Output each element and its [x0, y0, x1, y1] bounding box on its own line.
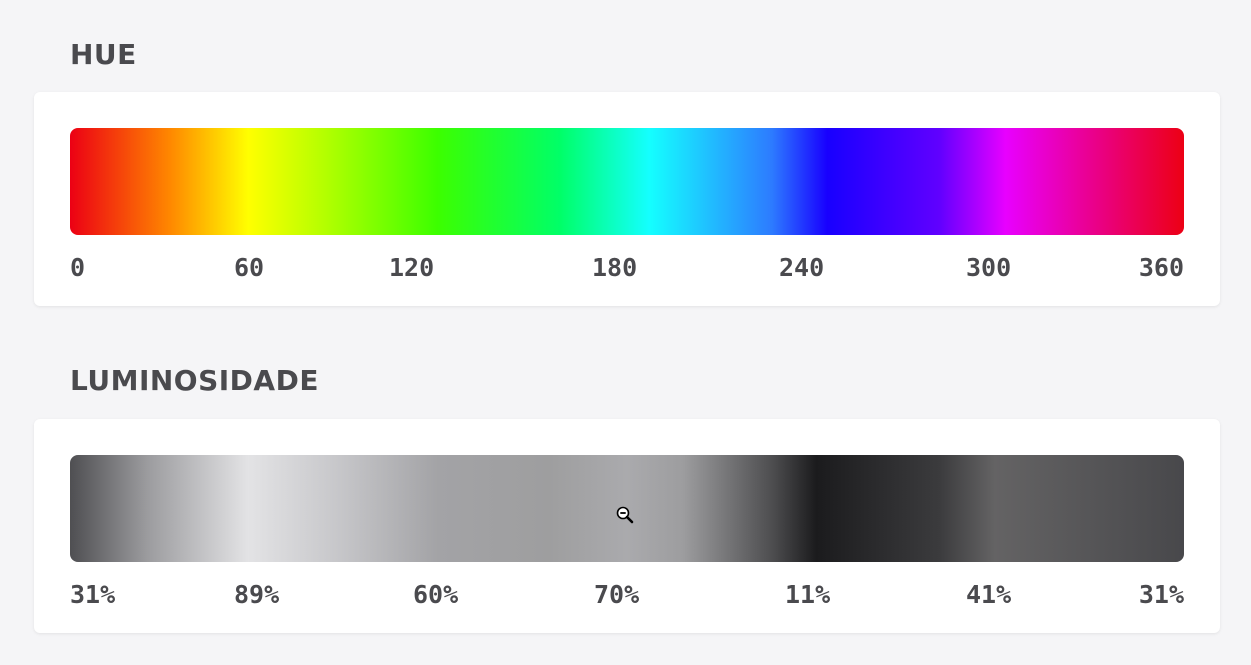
hue-scale: 0 60 120 180 240 300 360 [70, 253, 1184, 287]
hue-card: 0 60 120 180 240 300 360 [34, 92, 1220, 306]
hue-tick: 240 [779, 253, 825, 282]
hue-title: HUE [70, 38, 137, 71]
luminosity-tick: 70% [594, 580, 640, 609]
luminosity-tick: 41% [966, 580, 1012, 609]
hue-tick: 300 [966, 253, 1012, 282]
luminosity-tick: 31% [1138, 580, 1184, 609]
hue-tick: 0 [70, 253, 86, 282]
hue-tick: 120 [389, 253, 435, 282]
hue-tick: 360 [1138, 253, 1184, 282]
hue-tick: 180 [592, 253, 638, 282]
hue-gradient-bar[interactable] [70, 128, 1184, 235]
zoom-out-icon [616, 506, 634, 524]
luminosity-scale: 31% 89% 60% 70% 11% 41% 31% [70, 580, 1184, 614]
luminosity-tick: 60% [413, 580, 459, 609]
luminosity-tick: 11% [785, 580, 831, 609]
luminosity-title: LUMINOSIDADE [70, 364, 319, 397]
luminosity-card: 31% 89% 60% 70% 11% 41% 31% [34, 419, 1220, 633]
hue-tick: 60 [234, 253, 265, 282]
luminosity-tick: 31% [70, 580, 116, 609]
luminosity-tick: 89% [234, 580, 280, 609]
